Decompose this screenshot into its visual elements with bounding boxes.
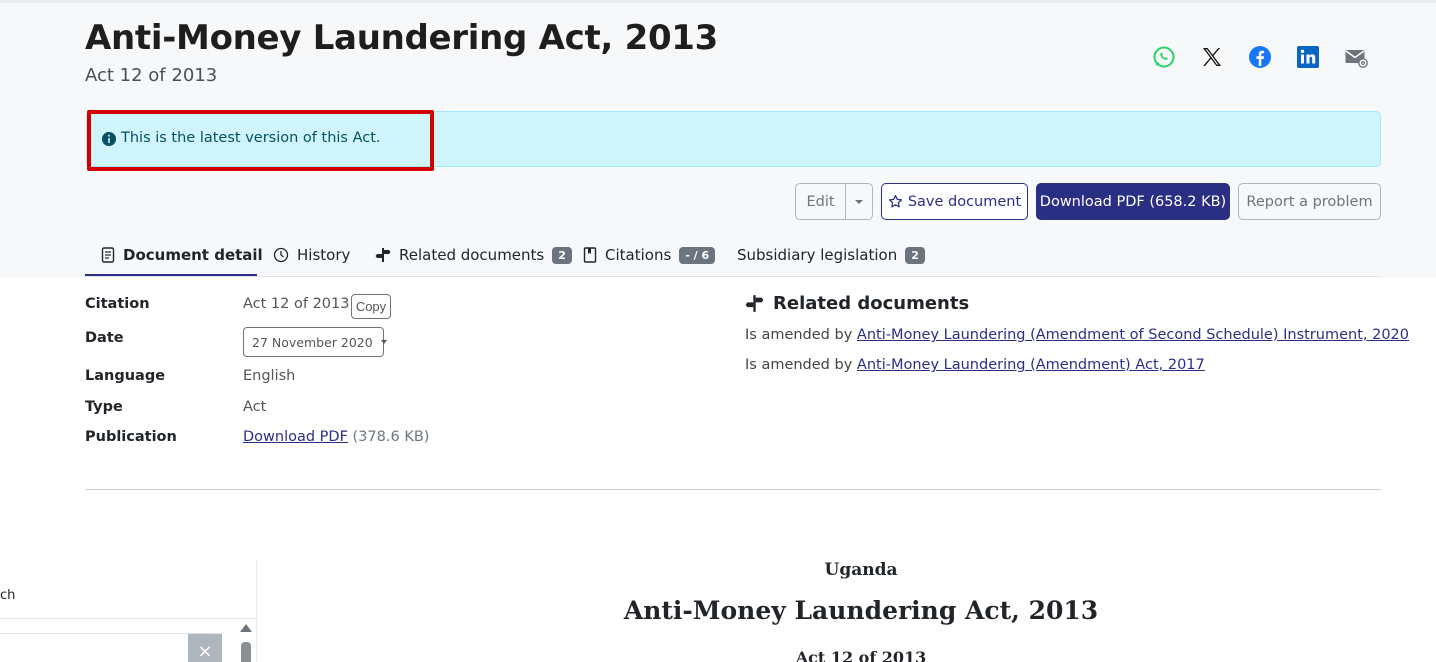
report-problem-button[interactable]: Report a problem bbox=[1238, 183, 1381, 220]
email-icon[interactable] bbox=[1343, 44, 1369, 70]
tab-label: Citations bbox=[605, 246, 672, 264]
whatsapp-icon[interactable] bbox=[1151, 44, 1177, 70]
tab-badge: 2 bbox=[552, 246, 572, 264]
document-body-title: Anti-Money Laundering Act, 2013 bbox=[623, 596, 1099, 625]
tabs-divider bbox=[85, 276, 1381, 277]
tab-badge: - / 6 bbox=[679, 246, 716, 264]
tab-subsidiary-legislation[interactable]: Subsidiary legislation 2 bbox=[737, 246, 925, 264]
type-label: Type bbox=[85, 399, 123, 415]
related-prefix: Is amended by bbox=[745, 357, 853, 373]
language-value: English bbox=[243, 368, 296, 384]
copy-citation-button[interactable]: Copy bbox=[351, 294, 391, 319]
download-pdf-button[interactable]: Download PDF (658.2 KB) bbox=[1036, 183, 1230, 220]
type-value: Act bbox=[243, 399, 267, 415]
edit-button[interactable]: Edit bbox=[795, 183, 846, 220]
tab-citations[interactable]: Citations - / 6 bbox=[583, 246, 716, 264]
section-divider bbox=[85, 489, 1381, 490]
publication-download-link[interactable]: Download PDF bbox=[243, 429, 348, 445]
related-link[interactable]: Anti-Money Laundering (Amendment of Seco… bbox=[857, 327, 1409, 343]
related-documents-title: Related documents bbox=[773, 293, 970, 314]
tab-badge: 2 bbox=[905, 246, 925, 264]
citation-value: Act 12 of 2013 bbox=[243, 296, 350, 312]
star-icon bbox=[888, 194, 902, 208]
tab-document-detail[interactable]: Document detail bbox=[101, 246, 263, 264]
signpost-icon bbox=[745, 295, 764, 312]
save-document-button[interactable]: Save document bbox=[881, 183, 1028, 220]
related-documents-heading: Related documents bbox=[745, 293, 969, 314]
date-value: 27 November 2020 bbox=[252, 334, 373, 350]
related-link[interactable]: Anti-Money Laundering (Amendment) Act, 2… bbox=[857, 357, 1205, 373]
date-label: Date bbox=[85, 330, 124, 346]
tab-label: History bbox=[297, 246, 351, 264]
chevron-down-icon bbox=[380, 340, 387, 344]
tab-label: Subsidiary legislation bbox=[737, 246, 898, 264]
facebook-icon[interactable] bbox=[1247, 44, 1273, 70]
tab-history[interactable]: History bbox=[273, 246, 350, 264]
publication-value: Download PDF (378.6 KB) bbox=[243, 429, 429, 445]
related-item: Is amended by Anti-Money Laundering (Ame… bbox=[745, 327, 1409, 343]
language-label: Language bbox=[85, 368, 166, 384]
book-icon bbox=[583, 247, 597, 263]
related-item: Is amended by Anti-Money Laundering (Ame… bbox=[745, 357, 1205, 373]
linkedin-icon[interactable] bbox=[1295, 44, 1321, 70]
publication-label: Publication bbox=[85, 429, 177, 445]
chevron-down-icon bbox=[855, 199, 863, 204]
page-subtitle: Act 12 of 2013 bbox=[85, 65, 218, 86]
scroll-up-arrow[interactable] bbox=[240, 624, 252, 632]
page-title: Anti-Money Laundering Act, 2013 bbox=[85, 18, 719, 58]
signpost-icon bbox=[375, 248, 391, 262]
tab-related-documents[interactable]: Related documents 2 bbox=[375, 246, 572, 264]
citation-label: Citation bbox=[85, 296, 150, 312]
publication-size: (378.6 KB) bbox=[352, 429, 430, 445]
date-version-select[interactable]: 27 November 2020 bbox=[243, 327, 387, 357]
alert-highlight-box bbox=[87, 110, 434, 171]
tab-label: Document detail bbox=[123, 246, 263, 264]
document-icon bbox=[101, 247, 115, 263]
save-document-label: Save document bbox=[907, 193, 1022, 210]
related-prefix: Is amended by bbox=[745, 327, 853, 343]
x-icon[interactable] bbox=[1199, 44, 1225, 70]
edit-dropdown-button[interactable] bbox=[845, 183, 873, 220]
document-country: Uganda bbox=[824, 560, 898, 580]
document-body-subtitle: Act 12 of 2013 bbox=[795, 648, 927, 662]
tab-label: Related documents bbox=[399, 246, 545, 264]
clock-icon bbox=[273, 247, 289, 263]
